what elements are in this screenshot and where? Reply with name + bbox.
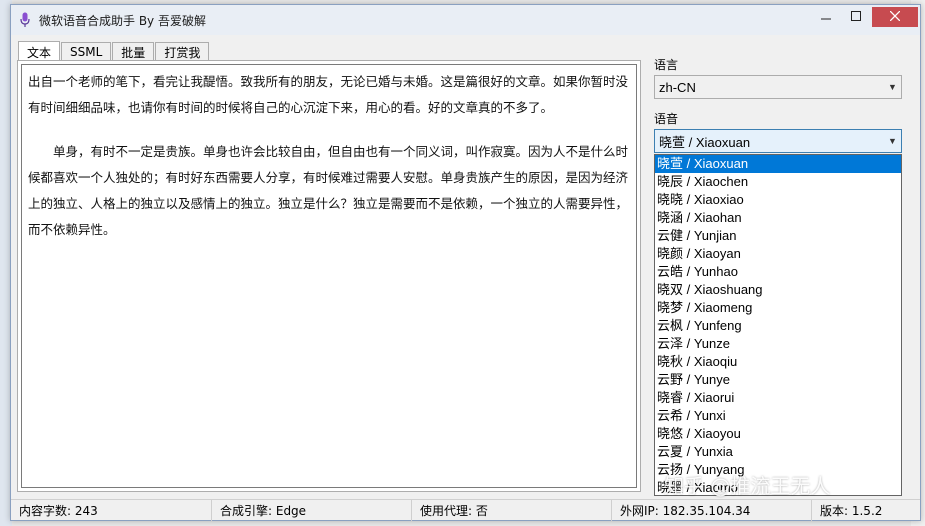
text-editor[interactable]: 出自一个老师的笔下，看完让我醍悟。致我所有的朋友，无论已婚与未婚。这是篇很好的文… <box>21 64 637 488</box>
language-select[interactable]: zh-CN ▼ <box>654 75 902 99</box>
tab-strip: 文本 SSML 批量 打赏我 <box>18 41 210 62</box>
voice-option[interactable]: 云健 / Yunjian <box>655 227 901 245</box>
voice-option[interactable]: 晓双 / Xiaoshuang <box>655 281 901 299</box>
close-icon <box>889 10 901 24</box>
voice-option[interactable]: 晓睿 / Xiaorui <box>655 389 901 407</box>
voice-select[interactable]: 晓萱 / Xiaoxuan ▼ <box>654 129 902 153</box>
voice-option[interactable]: 云希 / Yunxi <box>655 407 901 425</box>
maximize-button[interactable] <box>842 7 870 27</box>
editor-paragraph: 出自一个老师的笔下，看完让我醍悟。致我所有的朋友，无论已婚与未婚。这是篇很好的文… <box>28 74 629 115</box>
voice-option[interactable]: 晓辰 / Xiaochen <box>655 173 901 191</box>
status-ip: 外网IP: 182.35.104.34 <box>612 499 812 521</box>
status-engine: 合成引擎: Edge <box>212 499 412 521</box>
voice-dropdown-list[interactable]: 晓萱 / Xiaoxuan 晓辰 / Xiaochen 晓晓 / Xiaoxia… <box>654 154 902 496</box>
minimize-icon <box>821 11 831 24</box>
voice-option[interactable]: 晓晓 / Xiaoxiao <box>655 191 901 209</box>
chevron-down-icon: ▼ <box>888 136 897 146</box>
window-title: 微软语音合成助手 By 吾爱破解 <box>39 13 206 28</box>
language-value: zh-CN <box>659 79 696 95</box>
voice-option[interactable]: 晓秋 / Xiaoqiu <box>655 353 901 371</box>
voice-option[interactable]: 晓萱 / Xiaoxuan <box>655 155 901 173</box>
voice-option[interactable]: 云泽 / Yunze <box>655 335 901 353</box>
tab-ssml[interactable]: SSML <box>61 42 112 61</box>
chevron-down-icon: ▼ <box>888 82 897 92</box>
close-button[interactable] <box>872 7 918 27</box>
tab-panel-text: 出自一个老师的笔下，看完让我醍悟。致我所有的朋友，无论已婚与未婚。这是篇很好的文… <box>17 60 641 492</box>
voice-option[interactable]: 晓悠 / Xiaoyou <box>655 425 901 443</box>
editor-paragraph: 单身，有时不一定是贵族。单身也许会比较自由，但自由也有一个同义词，叫作寂寞。因为… <box>28 144 629 237</box>
microphone-icon <box>19 11 31 29</box>
voice-option[interactable]: 晓梦 / Xiaomeng <box>655 299 901 317</box>
tab-text[interactable]: 文本 <box>18 41 61 62</box>
voice-option[interactable]: 云皓 / Yunhao <box>655 263 901 281</box>
voice-option[interactable]: 晓涵 / Xiaohan <box>655 209 901 227</box>
watermark: 知乎 @推流王无人 <box>664 474 831 498</box>
status-bar: 内容字数: 243 合成引擎: Edge 使用代理: 否 外网IP: 182.3… <box>11 499 920 521</box>
tab-batch[interactable]: 批量 <box>112 42 155 61</box>
app-window: 微软语音合成助手 By 吾爱破解 文本 SSML 批量 打赏我 出自一个老师的笔… <box>10 4 921 521</box>
language-label: 语言 <box>654 58 679 72</box>
status-proxy: 使用代理: 否 <box>412 499 612 521</box>
voice-option[interactable]: 云夏 / Yunxia <box>655 443 901 461</box>
voice-option[interactable]: 云枫 / Yunfeng <box>655 317 901 335</box>
maximize-icon <box>851 10 861 24</box>
title-bar[interactable]: 微软语音合成助手 By 吾爱破解 <box>11 5 920 35</box>
status-char-count: 内容字数: 243 <box>11 499 212 521</box>
tab-donate[interactable]: 打赏我 <box>155 42 210 61</box>
voice-value: 晓萱 / Xiaoxuan <box>659 134 751 150</box>
voice-label: 语音 <box>654 112 679 126</box>
voice-option[interactable]: 晓颜 / Xiaoyan <box>655 245 901 263</box>
status-version: 版本: 1.5.2 <box>820 503 883 518</box>
voice-option[interactable]: 云野 / Yunye <box>655 371 901 389</box>
minimize-button[interactable] <box>812 7 840 27</box>
